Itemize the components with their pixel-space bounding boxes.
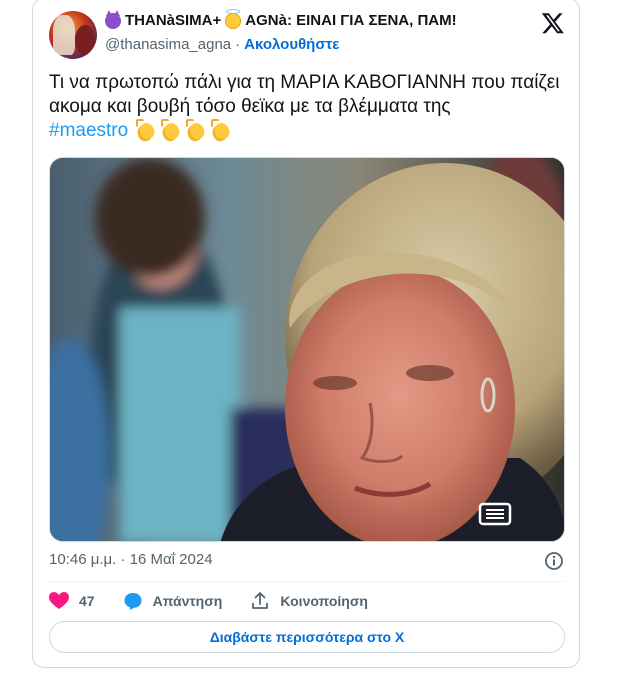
smiling-imp-icon [105,9,121,29]
share-button[interactable]: Κοινοποίηση [250,591,368,611]
clapping-hands-icon [186,119,208,139]
like-button[interactable]: 47 [49,592,95,610]
reply-label: Απάντηση [152,593,223,609]
reply-button[interactable]: Απάντηση [123,591,223,611]
tv-screenshot-image [50,158,564,541]
divider [49,581,565,582]
display-name-part2: AGNà: ΕΙΝΑΙ ΓΙΑ ΣΕΝΑ, ΠΑΜ! [245,12,457,29]
like-count: 47 [79,593,95,609]
tweet-text: Τι να πρωτοπώ πάλι για τη ΜΑΡΙΑ ΚΑΒΟΓΙΑΝ… [49,71,565,143]
info-icon[interactable] [544,551,564,571]
display-name-part1: THANàSIMA+ [125,12,222,29]
tweet-photo[interactable] [49,157,565,542]
read-more-button[interactable]: Διαβάστε περισσότερα στο X [49,621,565,653]
embedded-tweet-card[interactable]: THANàSIMA+ AGNà: ΕΙΝΑΙ ΓΙΑ ΣΕΝΑ, ΠΑΜ! @t… [32,0,580,668]
author-display-name[interactable]: THANàSIMA+ AGNà: ΕΙΝΑΙ ΓΙΑ ΣΕΝΑ, ΠΑΜ! [105,8,457,29]
clapping-hands-icon [136,119,158,139]
separator-dot: · [235,36,241,53]
tweet-body: Τι να πρωτοπώ πάλι για τη ΜΑΡΙΑ ΚΑΒΟΓΙΑΝ… [49,72,560,117]
clapping-hands-icon [211,119,233,139]
tweet-actions: 47 Απάντηση Κοινοποίηση [49,591,396,611]
reply-bubble-icon [124,593,142,610]
share-label: Κοινοποίηση [280,593,368,609]
tweet-timestamp[interactable]: 10:46 μ.μ. · 16 Μαΐ 2024 [49,551,213,568]
follow-link[interactable]: Ακολουθήστε [244,36,339,53]
clapping-hands-icon [161,119,183,139]
heart-icon [49,592,69,609]
x-logo-icon[interactable] [541,11,565,35]
author-handle-row: @thanasima_agna · Ακολουθήστε [105,36,339,53]
author-handle[interactable]: @thanasima_agna [105,36,231,53]
share-upload-icon [252,592,269,609]
smiling-face-with-halo-icon [225,8,242,29]
author-avatar[interactable] [49,11,97,59]
hashtag-link[interactable]: #maestro [49,120,128,141]
